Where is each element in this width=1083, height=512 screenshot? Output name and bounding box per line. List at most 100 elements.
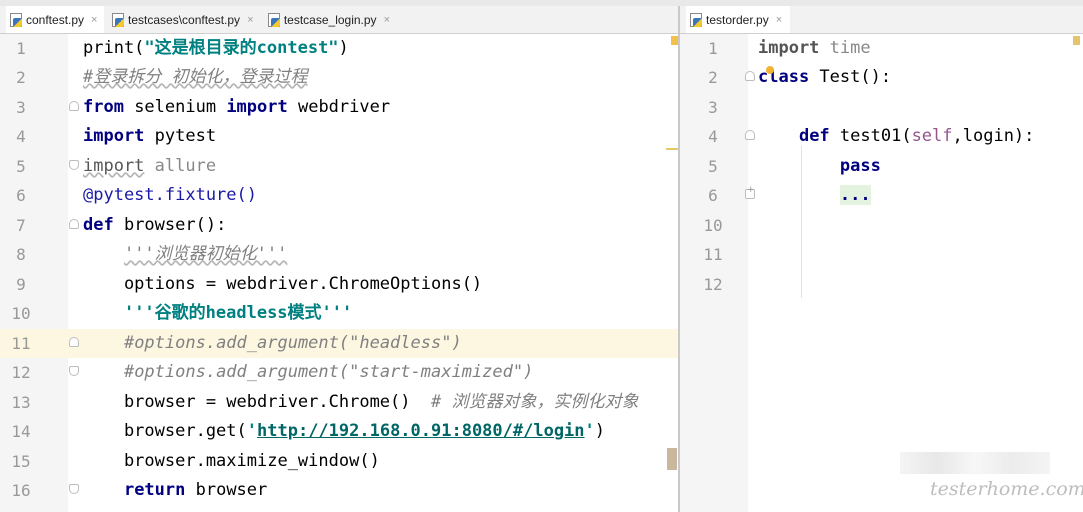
lightbulb-icon[interactable] [766, 66, 774, 74]
fold-icon[interactable] [745, 71, 755, 81]
code-line: 12 [680, 270, 1083, 299]
code-text: browser.get('http://192.168.0.91:8080/#/… [83, 421, 606, 441]
code-line: 14 browser.get('http://192.168.0.91:8080… [0, 417, 678, 446]
code-text: '''谷歌的headless模式''' [123, 303, 353, 323]
fold-icon[interactable] [69, 484, 79, 494]
code-text: ... [839, 185, 871, 205]
line-number: 1 [16, 39, 26, 58]
code-line: 15 browser.maximize_window() [0, 447, 678, 476]
line-number: 4 [16, 127, 26, 146]
close-icon[interactable]: × [247, 14, 253, 26]
line-number: 12 [11, 363, 31, 382]
code-line: 5 pass [680, 152, 1083, 181]
line-number: 6 [16, 186, 26, 205]
fold-icon[interactable] [69, 337, 79, 347]
code-text: import pytest [83, 126, 217, 146]
code-text: def test01(self,login): [798, 126, 1035, 146]
line-number: 8 [16, 245, 26, 264]
code-line: 6 @pytest.fixture() [0, 181, 678, 210]
code-text: #登录拆分 初始化，登录过程 [83, 67, 308, 87]
code-text: pass [839, 156, 881, 176]
code-line: 2 #登录拆分 初始化，登录过程 [0, 63, 678, 92]
code-line: 2 class Test(): [680, 63, 1083, 92]
code-text: @pytest.fixture() [83, 185, 257, 205]
line-number: 9 [16, 275, 26, 294]
right-code-editor[interactable]: 1 import time 2 class Test(): 3 4 def te… [680, 34, 1083, 512]
code-text: browser = webdriver.Chrome() # 浏览器对象，实例化… [83, 392, 639, 412]
code-text: print("这是根目录的contest") [83, 38, 349, 58]
code-line: 6 ... [680, 181, 1083, 210]
line-number: 3 [708, 98, 718, 117]
right-editor-tab-bar: testorder.py × [680, 6, 1083, 34]
code-text: import allure [83, 156, 217, 176]
code-line-current: 11 #options.add_argument("headless") [0, 329, 678, 358]
fold-icon[interactable] [69, 160, 79, 170]
tab-label: conftest.py [26, 12, 85, 27]
code-text: def browser(): [83, 215, 227, 235]
line-number: 7 [16, 216, 26, 235]
tab-conftest[interactable]: conftest.py × [6, 6, 104, 33]
code-text: return browser [123, 480, 268, 500]
tab-testorder[interactable]: testorder.py × [686, 6, 790, 33]
tab-testcases-conftest[interactable]: testcases\conftest.py × [108, 6, 260, 33]
line-number: 11 [11, 334, 31, 353]
code-line: 9 options = webdriver.ChromeOptions() [0, 270, 678, 299]
code-text: class Test(): [758, 67, 892, 87]
code-line: 11 [680, 240, 1083, 269]
code-line: 5 import allure [0, 152, 678, 181]
line-number: 5 [708, 157, 718, 176]
blurred-overlay [900, 452, 1050, 474]
line-number: 3 [16, 98, 26, 117]
tab-label: testcase_login.py [283, 12, 377, 27]
line-number: 1 [708, 39, 718, 58]
line-number: 2 [708, 68, 718, 87]
expand-icon[interactable] [745, 185, 755, 199]
watermark-text: testerhome.com [930, 478, 1083, 500]
line-number: 13 [11, 393, 31, 412]
code-line: 4 def test01(self,login): [680, 122, 1083, 151]
code-text: import time [758, 38, 871, 58]
line-number: 2 [16, 68, 26, 87]
line-number: 4 [708, 127, 718, 146]
close-icon[interactable]: × [91, 14, 97, 26]
line-number: 12 [703, 275, 723, 294]
tab-label: testorder.py [706, 12, 769, 27]
python-file-icon [112, 12, 124, 27]
code-line: 16 return browser [0, 476, 678, 505]
code-line: 1 import time [680, 34, 1083, 63]
fold-icon[interactable] [69, 219, 79, 229]
code-text: options = webdriver.ChromeOptions() [83, 274, 483, 294]
code-line: 3 [680, 93, 1083, 122]
tab-testcase-login[interactable]: testcase_login.py × [264, 6, 394, 33]
url-link[interactable]: http://192.168.0.91:8080/#/login [257, 421, 585, 441]
left-editor-tab-bar: conftest.py × testcases\conftest.py × te… [0, 6, 678, 34]
tab-label: testcases\conftest.py [128, 12, 241, 27]
line-number: 6 [708, 186, 718, 205]
code-line: 8 '''浏览器初始化''' [0, 240, 678, 269]
python-file-icon [268, 12, 280, 27]
close-icon[interactable]: × [384, 14, 390, 26]
line-number: 10 [11, 304, 31, 323]
line-number: 5 [16, 157, 26, 176]
line-number: 10 [703, 216, 723, 235]
python-file-icon [690, 12, 702, 27]
line-number: 14 [11, 422, 31, 441]
line-number: 11 [703, 245, 723, 264]
code-line: 4 import pytest [0, 122, 678, 151]
code-line: 10 [680, 211, 1083, 240]
line-number: 16 [11, 481, 31, 500]
code-text: #options.add_argument("headless") [123, 333, 462, 353]
left-code-editor[interactable]: 1 print("这是根目录的contest") 2 #登录拆分 初始化，登录过… [0, 34, 678, 512]
code-line: 10 '''谷歌的headless模式''' [0, 299, 678, 328]
fold-icon[interactable] [745, 130, 755, 140]
code-line: 1 print("这是根目录的contest") [0, 34, 678, 63]
code-line: 13 browser = webdriver.Chrome() # 浏览器对象，… [0, 388, 678, 417]
code-text: #options.add_argument("start-maximized") [123, 362, 534, 382]
code-text: browser.maximize_window() [83, 451, 380, 471]
line-number: 15 [11, 452, 31, 471]
code-line: 7 def browser(): [0, 211, 678, 240]
fold-icon[interactable] [69, 101, 79, 111]
fold-icon[interactable] [69, 366, 79, 376]
code-text: '''浏览器初始化''' [123, 244, 288, 264]
close-icon[interactable]: × [776, 14, 782, 26]
